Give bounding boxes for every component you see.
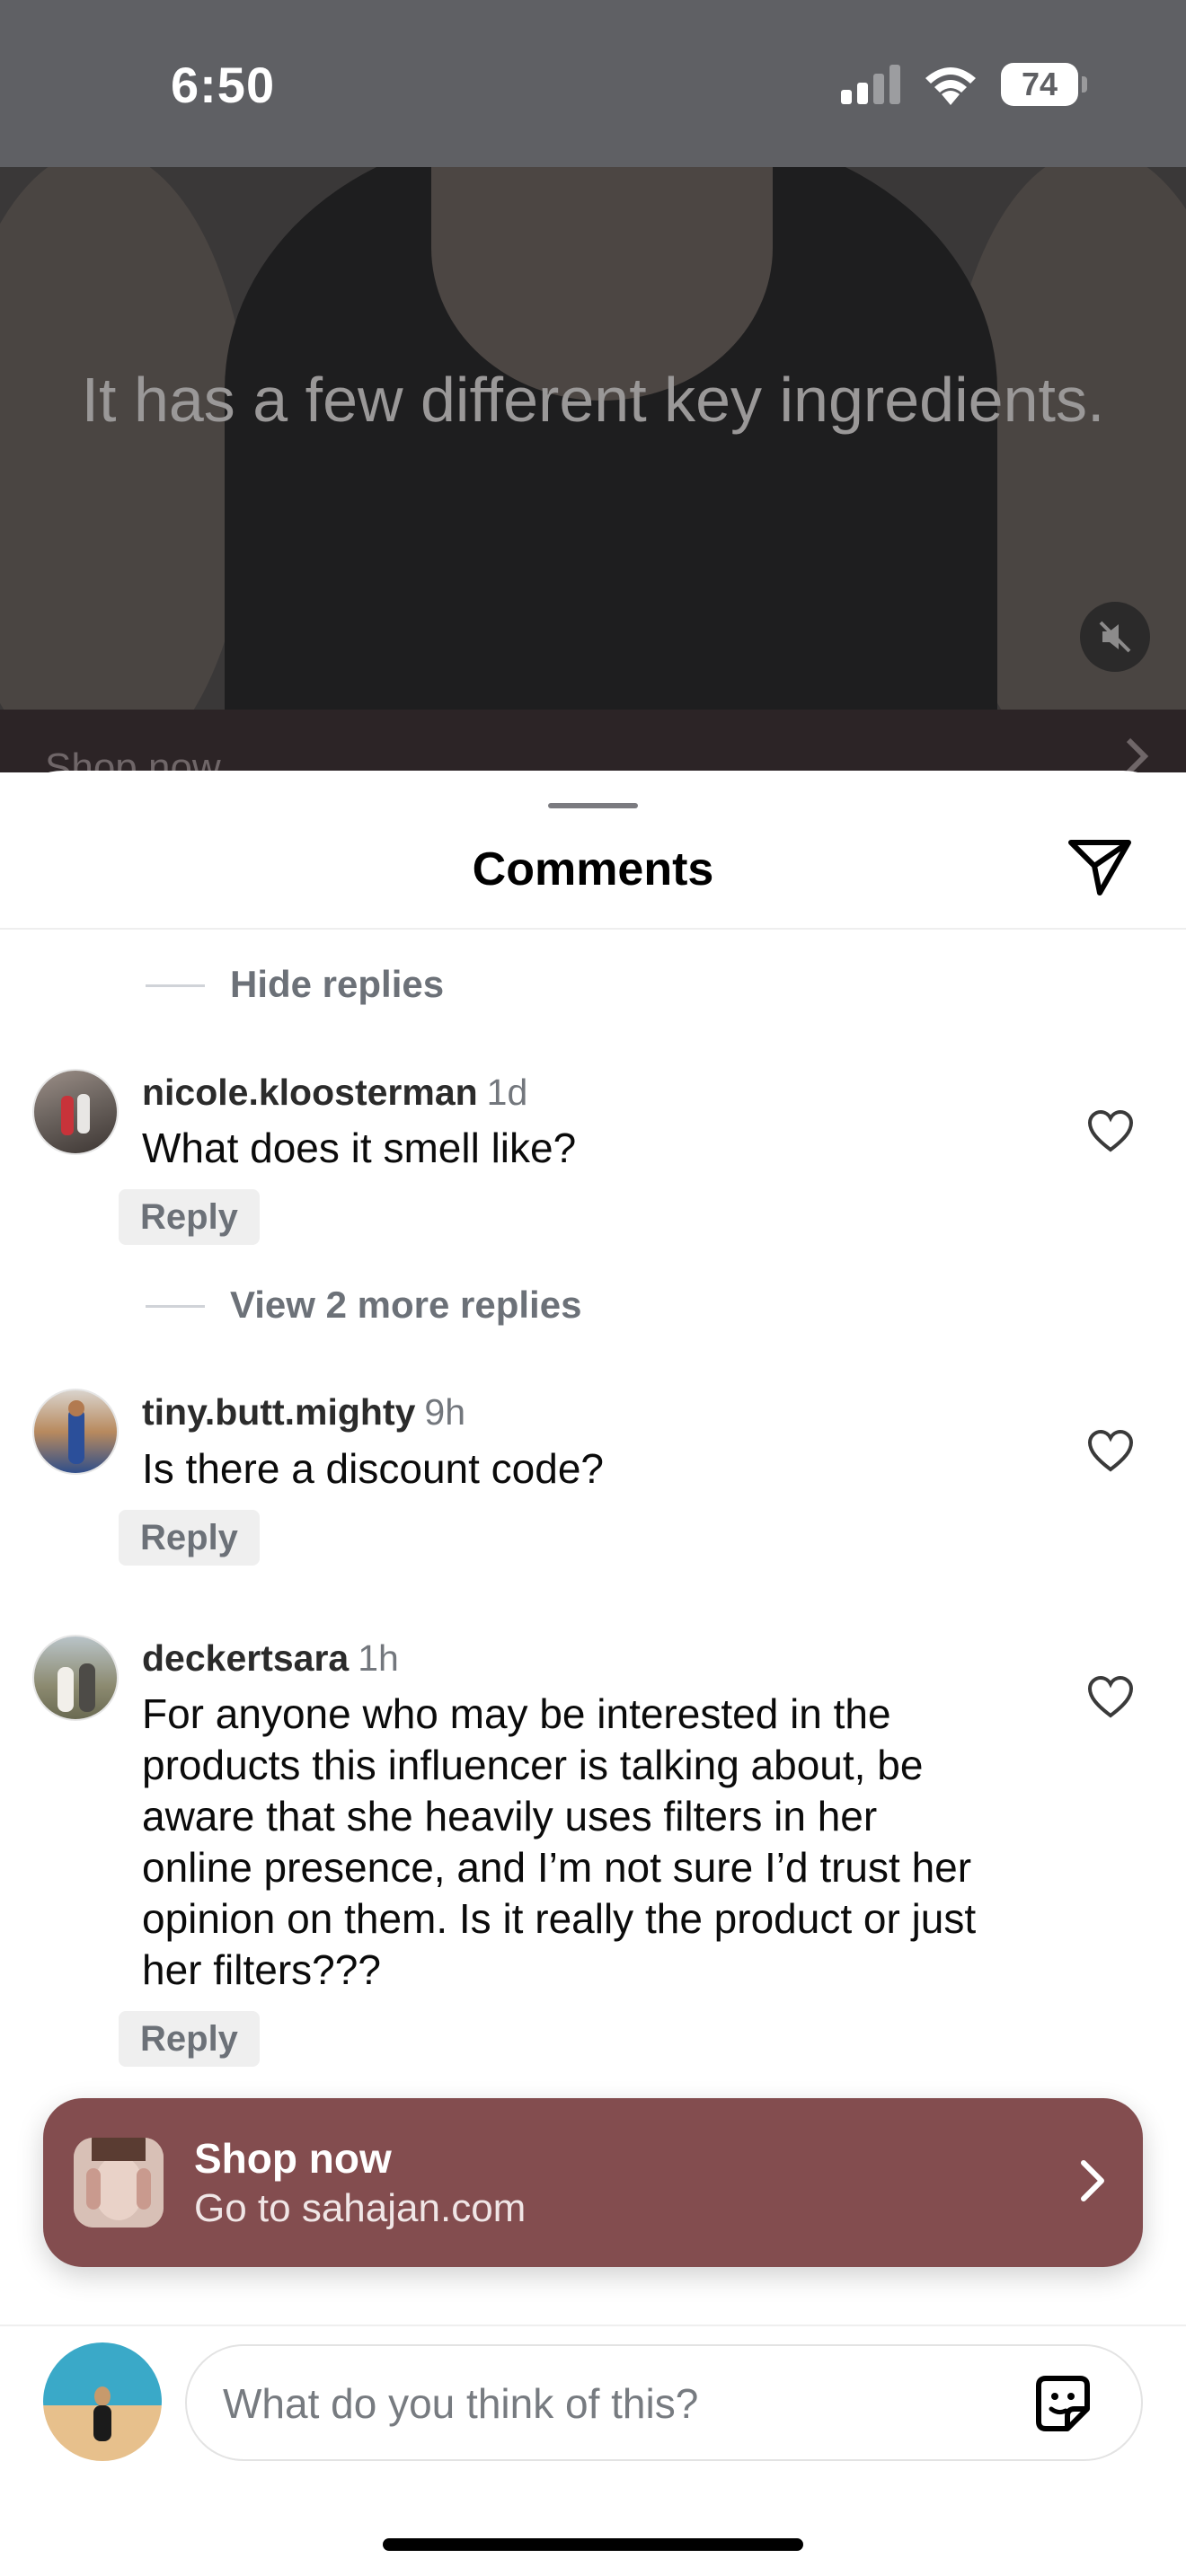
reply-button[interactable]: Reply xyxy=(119,2011,260,2067)
shop-card-title: Shop now xyxy=(194,2135,392,2182)
comment-username[interactable]: deckertsara 1h xyxy=(142,1637,399,1680)
sticker-icon[interactable] xyxy=(1031,2373,1094,2436)
shop-card-subtitle: Go to sahajan.com xyxy=(194,2186,527,2230)
mute-icon[interactable] xyxy=(1080,602,1150,672)
reply-button[interactable]: Reply xyxy=(119,1510,260,1566)
status-bar: 6:50 74 xyxy=(0,0,1186,167)
video-player[interactable]: It has a few different key ingredients. xyxy=(0,167,1186,710)
reply-button[interactable]: Reply xyxy=(119,1189,260,1245)
signal-icon xyxy=(841,65,900,104)
product-thumbnail xyxy=(74,2138,164,2228)
video-caption: It has a few different key ingredients. xyxy=(81,365,1105,435)
composer-divider xyxy=(0,2325,1186,2326)
avatar[interactable] xyxy=(32,1635,119,1721)
comment-input[interactable] xyxy=(221,2371,1012,2436)
my-avatar xyxy=(43,2342,162,2461)
avatar[interactable] xyxy=(32,1389,119,1475)
home-indicator[interactable] xyxy=(383,2538,803,2551)
avatar[interactable] xyxy=(32,1069,119,1155)
comment-text: Is there a discount code? xyxy=(142,1445,604,1492)
hide-replies-button[interactable]: Hide replies xyxy=(230,963,444,1006)
video-shop-bar[interactable]: Shop now xyxy=(0,710,1186,790)
wifi-icon xyxy=(925,67,976,105)
comment-time: 1d xyxy=(486,1072,528,1113)
comment-username[interactable]: nicole.kloosterman 1d xyxy=(142,1072,527,1114)
header-divider xyxy=(0,928,1186,930)
heart-icon[interactable] xyxy=(1087,1108,1134,1155)
send-icon[interactable] xyxy=(1067,839,1132,896)
comment-input-box[interactable] xyxy=(185,2344,1143,2461)
comment-time: 1h xyxy=(358,1637,399,1679)
sheet-title: Comments xyxy=(472,843,714,895)
comment-time: 9h xyxy=(424,1391,466,1433)
drag-handle[interactable] xyxy=(548,803,638,808)
heart-icon[interactable] xyxy=(1087,1428,1134,1475)
view-more-replies-button[interactable]: View 2 more replies xyxy=(230,1284,581,1327)
thread-line xyxy=(146,984,205,987)
comment-text: What does it smell like? xyxy=(142,1125,577,1171)
status-time: 6:50 xyxy=(171,57,276,113)
chevron-right-icon xyxy=(1081,2160,1104,2201)
comment-text: For anyone who may be interested in the … xyxy=(142,1690,977,1993)
battery-icon: 74 xyxy=(1001,63,1087,106)
shop-now-card[interactable]: Shop now Go to sahajan.com xyxy=(43,2098,1143,2267)
thread-line xyxy=(146,1305,205,1308)
comment-username[interactable]: tiny.butt.mighty 9h xyxy=(142,1391,465,1434)
heart-icon[interactable] xyxy=(1087,1674,1134,1721)
